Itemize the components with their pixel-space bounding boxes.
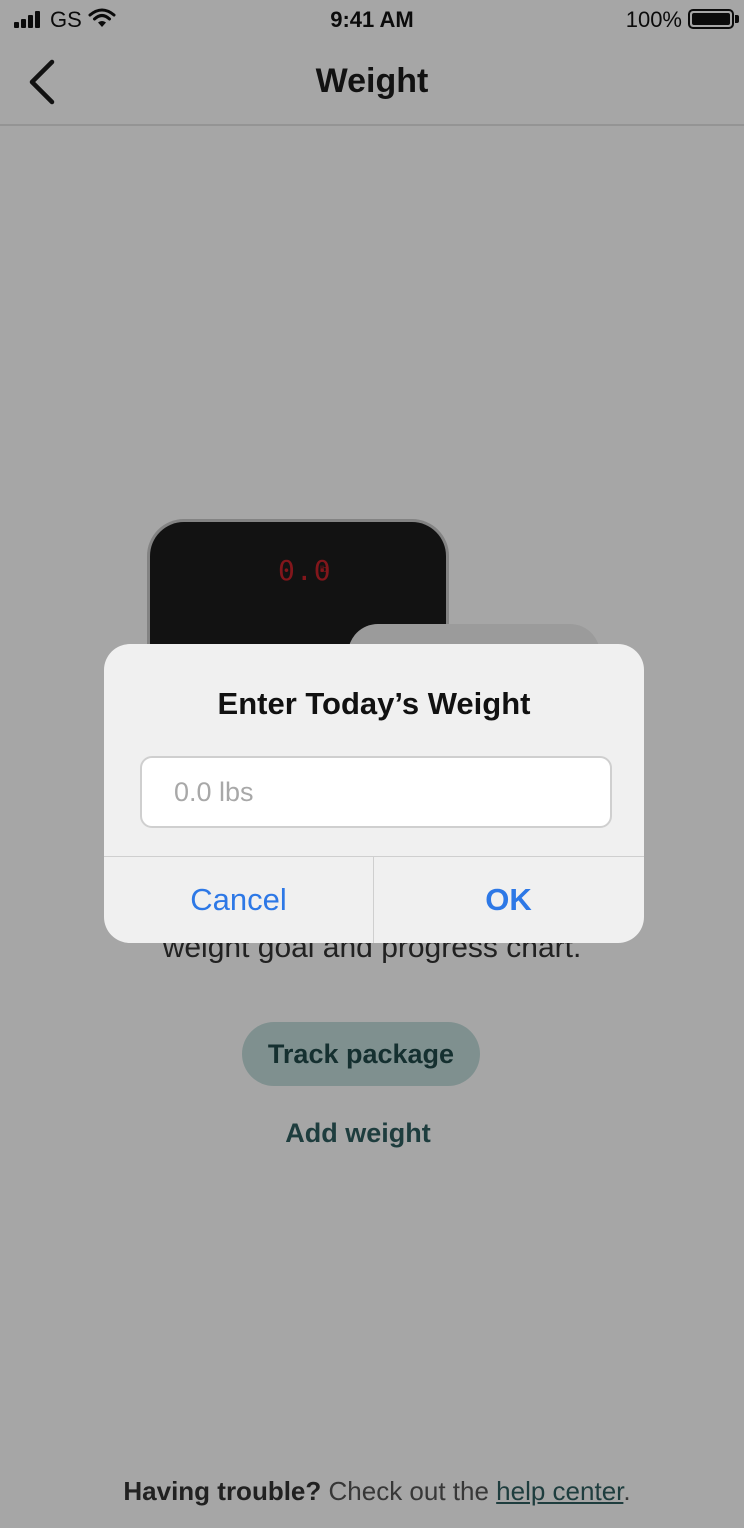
weight-input[interactable] <box>140 756 612 828</box>
screen: GS 9:41 AM 100% Weight 0.0 lb weight goa… <box>0 0 744 1528</box>
dialog-title: Enter Today’s Weight <box>217 686 531 721</box>
enter-weight-dialog: Enter Today’s Weight Cancel OK <box>104 644 644 943</box>
ok-button[interactable]: OK <box>374 857 643 943</box>
cancel-button[interactable]: Cancel <box>104 857 373 943</box>
